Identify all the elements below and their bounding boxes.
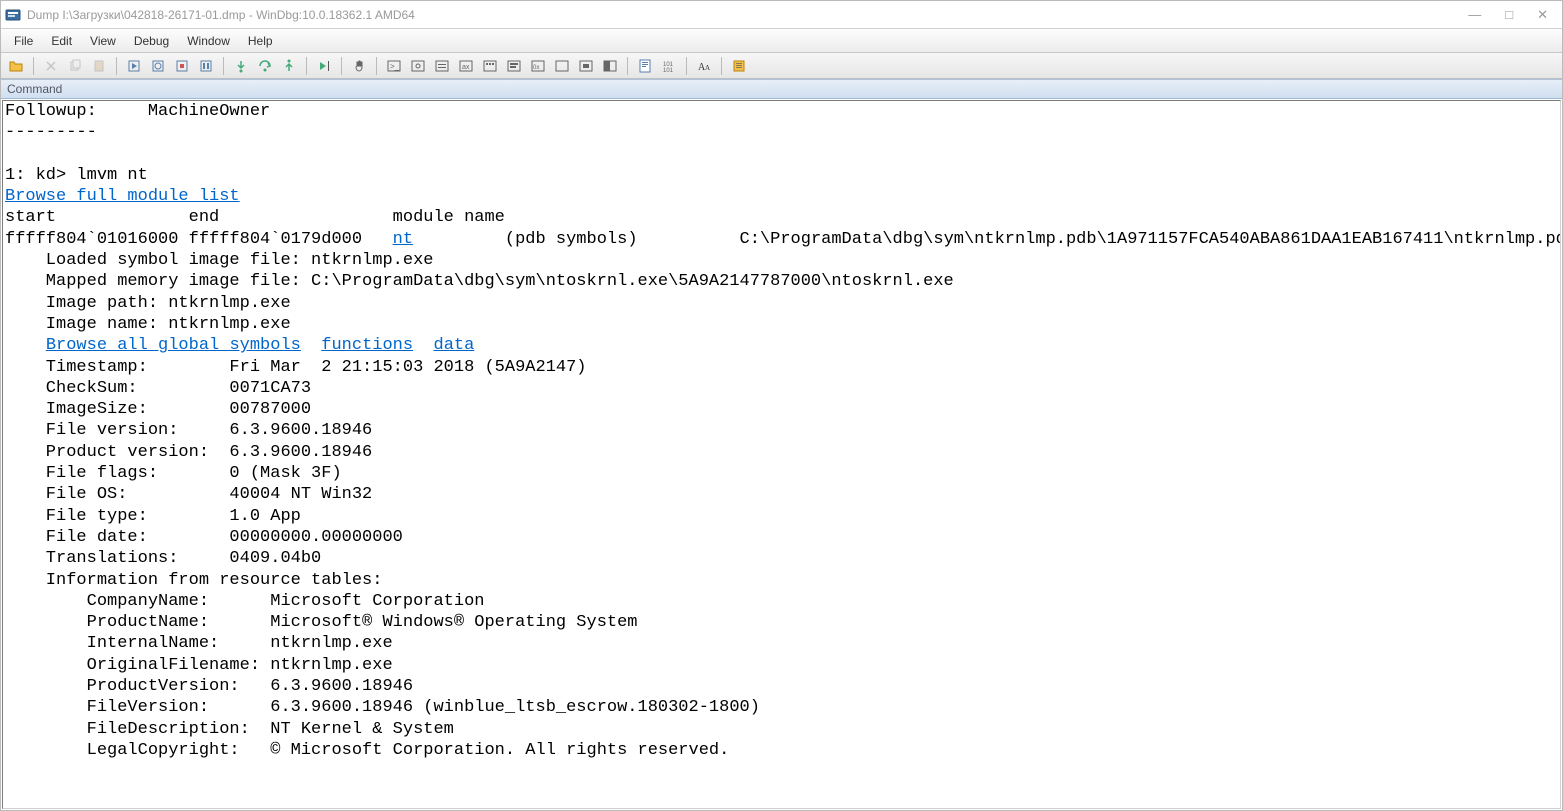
callstack-window-icon[interactable] bbox=[503, 55, 525, 77]
step-out-icon[interactable] bbox=[278, 55, 300, 77]
output-line: fffff804`01016000 fffff804`0179d000 bbox=[5, 230, 393, 249]
registers-window-icon[interactable]: ax bbox=[455, 55, 477, 77]
hand-icon[interactable] bbox=[348, 55, 370, 77]
output-line: Image path: ntkrnlmp.exe bbox=[5, 294, 291, 313]
separator bbox=[33, 57, 34, 75]
output-line: 1: kd> lmvm nt bbox=[5, 166, 148, 185]
output-line: File OS: 40004 NT Win32 bbox=[5, 485, 372, 504]
open-icon[interactable] bbox=[5, 55, 27, 77]
output-line: InternalName: ntkrnlmp.exe bbox=[5, 634, 393, 653]
svg-text:A: A bbox=[705, 64, 710, 72]
menu-window[interactable]: Window bbox=[178, 31, 239, 51]
separator bbox=[376, 57, 377, 75]
window-title: Dump I:\Загрузки\042818-26171-01.dmp - W… bbox=[27, 8, 1468, 22]
separator bbox=[721, 57, 722, 75]
separator bbox=[306, 57, 307, 75]
output-line: Image name: ntkrnlmp.exe bbox=[5, 315, 291, 334]
paste-icon bbox=[88, 55, 110, 77]
stop-icon[interactable] bbox=[171, 55, 193, 77]
output-line: File flags: 0 (Mask 3F) bbox=[5, 464, 342, 483]
output-line bbox=[5, 336, 46, 355]
app-window: Dump I:\Загрузки\042818-26171-01.dmp - W… bbox=[0, 0, 1563, 811]
output-line: Translations: 0409.04b0 bbox=[5, 549, 321, 568]
output-line: LegalCopyright: © Microsoft Corporation.… bbox=[5, 741, 729, 760]
step-into-icon[interactable] bbox=[230, 55, 252, 77]
scratch-window-icon[interactable] bbox=[551, 55, 573, 77]
svg-text:>_: >_ bbox=[390, 62, 400, 71]
watch-window-icon[interactable] bbox=[407, 55, 429, 77]
output-line: CheckSum: 0071CA73 bbox=[5, 379, 311, 398]
output-line: CompanyName: Microsoft Corporation bbox=[5, 592, 484, 611]
close-button[interactable]: ✕ bbox=[1537, 7, 1548, 23]
go-icon[interactable] bbox=[123, 55, 145, 77]
menubar: File Edit View Debug Window Help bbox=[1, 29, 1562, 53]
output-line: FileDescription: NT Kernel & System bbox=[5, 720, 454, 739]
separator bbox=[627, 57, 628, 75]
source-mode-icon[interactable] bbox=[634, 55, 656, 77]
app-icon bbox=[5, 7, 21, 23]
output-line: Product version: 6.3.9600.18946 bbox=[5, 443, 372, 462]
output-line: Information from resource tables: bbox=[5, 571, 382, 590]
font-icon[interactable]: AA bbox=[693, 55, 715, 77]
separator bbox=[223, 57, 224, 75]
link-functions[interactable]: functions bbox=[321, 336, 413, 355]
output-line: Loaded symbol image file: ntkrnlmp.exe bbox=[5, 251, 433, 270]
output-line: --------- bbox=[5, 123, 97, 142]
output-line: File version: 6.3.9600.18946 bbox=[5, 421, 372, 440]
output-line: File date: 00000000.00000000 bbox=[5, 528, 403, 547]
output-line: start end module name bbox=[5, 208, 505, 227]
run-to-cursor-icon[interactable] bbox=[313, 55, 335, 77]
locals-window-icon[interactable] bbox=[431, 55, 453, 77]
output-line: Timestamp: Fri Mar 2 21:15:03 2018 (5A9A… bbox=[5, 358, 587, 377]
menu-view[interactable]: View bbox=[81, 31, 125, 51]
break-icon[interactable] bbox=[195, 55, 217, 77]
toolbar: >_ ax 0x 101101 AA bbox=[1, 53, 1562, 79]
menu-help[interactable]: Help bbox=[239, 31, 282, 51]
output-line: Mapped memory image file: C:\ProgramData… bbox=[5, 272, 954, 291]
output-line: ImageSize: 00787000 bbox=[5, 400, 311, 419]
pt2-window-icon[interactable] bbox=[599, 55, 621, 77]
separator bbox=[116, 57, 117, 75]
output-line: OriginalFilename: ntkrnlmp.exe bbox=[5, 656, 393, 675]
menu-edit[interactable]: Edit bbox=[42, 31, 81, 51]
separator bbox=[341, 57, 342, 75]
pt-window-icon[interactable] bbox=[575, 55, 597, 77]
link-nt-module[interactable]: nt bbox=[393, 230, 413, 249]
output-line: (pdb symbols) C:\ProgramData\dbg\sym\ntk… bbox=[413, 230, 1561, 249]
window-controls: — □ ✕ bbox=[1468, 7, 1548, 23]
svg-text:101: 101 bbox=[663, 68, 674, 73]
titlebar[interactable]: Dump I:\Загрузки\042818-26171-01.dmp - W… bbox=[1, 1, 1562, 29]
separator bbox=[686, 57, 687, 75]
svg-text:ax: ax bbox=[462, 64, 470, 71]
command-output[interactable]: Followup: MachineOwner --------- 1: kd> … bbox=[2, 100, 1561, 809]
cut-icon bbox=[40, 55, 62, 77]
link-browse-all-global-symbols[interactable]: Browse all global symbols bbox=[46, 336, 301, 355]
svg-text:0x: 0x bbox=[533, 65, 539, 71]
binary-mode-icon[interactable]: 101101 bbox=[658, 55, 680, 77]
options-icon[interactable] bbox=[728, 55, 750, 77]
link-data[interactable]: data bbox=[434, 336, 475, 355]
pane-title: Command bbox=[7, 82, 62, 96]
menu-file[interactable]: File bbox=[5, 31, 42, 51]
link-browse-full-module-list[interactable]: Browse full module list bbox=[5, 187, 240, 206]
output-line: File type: 1.0 App bbox=[5, 507, 301, 526]
output-line: ProductVersion: 6.3.9600.18946 bbox=[5, 677, 413, 696]
command-window-icon[interactable]: >_ bbox=[383, 55, 405, 77]
output-line: FileVersion: 6.3.9600.18946 (winblue_lts… bbox=[5, 698, 760, 717]
restart-icon[interactable] bbox=[147, 55, 169, 77]
step-over-icon[interactable] bbox=[254, 55, 276, 77]
maximize-button[interactable]: □ bbox=[1505, 7, 1513, 23]
minimize-button[interactable]: — bbox=[1468, 7, 1481, 23]
disasm-window-icon[interactable]: 0x bbox=[527, 55, 549, 77]
command-pane-header[interactable]: Command bbox=[1, 79, 1562, 99]
copy-icon bbox=[64, 55, 86, 77]
memory-window-icon[interactable] bbox=[479, 55, 501, 77]
menu-debug[interactable]: Debug bbox=[125, 31, 178, 51]
output-line: Followup: MachineOwner bbox=[5, 102, 270, 121]
output-line: ProductName: Microsoft® Windows® Operati… bbox=[5, 613, 638, 632]
